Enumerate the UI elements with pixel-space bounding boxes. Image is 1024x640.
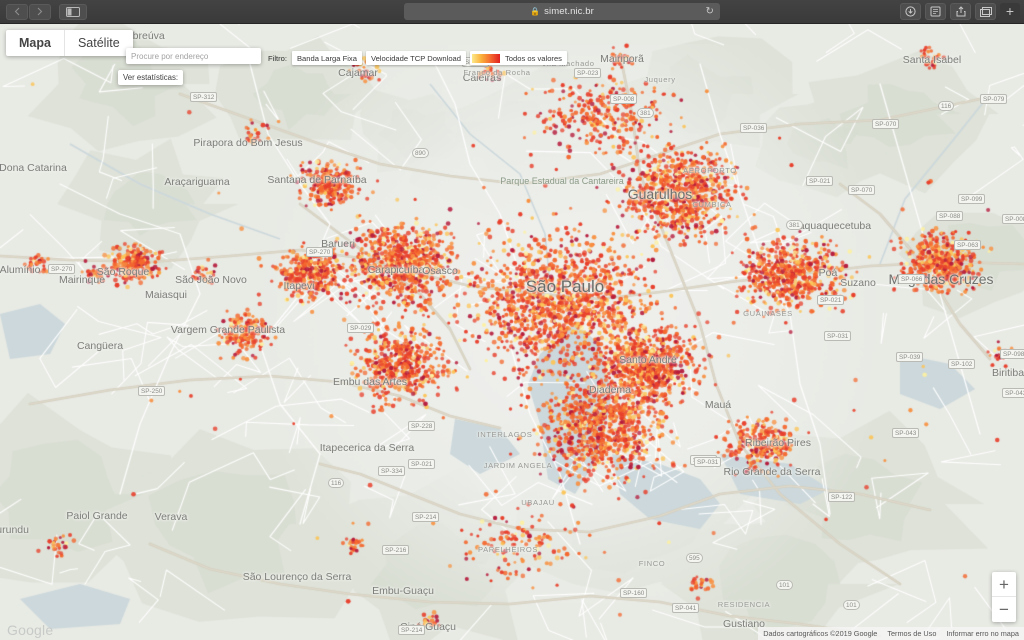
road-shield: SP-031 bbox=[694, 457, 722, 467]
browser-nav-group bbox=[6, 3, 87, 20]
road-shield: SP-070 bbox=[872, 119, 900, 129]
road-shield: SP-021 bbox=[817, 295, 845, 305]
reader-icon[interactable] bbox=[925, 3, 946, 20]
road-shield: SP-041 bbox=[672, 603, 700, 613]
road-shield: SP-312 bbox=[190, 92, 218, 102]
road-shield: SP-008 bbox=[1002, 214, 1024, 224]
map-scatter-layer bbox=[0, 24, 1024, 640]
tab-satelite[interactable]: Satélite bbox=[65, 30, 133, 56]
road-shield: SP-334 bbox=[378, 466, 406, 476]
road-shield: 101 bbox=[776, 580, 793, 590]
map-type-control: Mapa Satélite bbox=[6, 30, 133, 56]
road-shield: SP-021 bbox=[806, 176, 834, 186]
road-shield: SP-021 bbox=[408, 459, 436, 469]
road-shield: SP-031 bbox=[824, 331, 852, 341]
road-shield: SP-079 bbox=[980, 94, 1008, 104]
statistics-box[interactable]: Ver estatísticas: bbox=[118, 70, 184, 85]
road-shield: SP-043 bbox=[1002, 388, 1024, 398]
attribution-terms[interactable]: Termos de Uso bbox=[887, 629, 936, 638]
zoom-control: + − bbox=[992, 572, 1016, 622]
road-shield: SP-214 bbox=[412, 512, 440, 522]
url-bar[interactable]: 🔒 simet.nic.br ↻ bbox=[404, 3, 720, 20]
road-shield: SP-043 bbox=[892, 428, 920, 438]
legend-gradient-swatch bbox=[472, 53, 500, 63]
tab-overview-icon[interactable] bbox=[975, 3, 996, 20]
url-text: simet.nic.br bbox=[544, 6, 594, 17]
filter-legend-chip[interactable]: Todos os valores bbox=[470, 51, 567, 65]
share-icon[interactable] bbox=[950, 3, 971, 20]
road-shield: SP-122 bbox=[828, 492, 856, 502]
road-shield: SP-023 bbox=[574, 68, 602, 78]
attribution-bar: Dados cartográficos ©2019 Google Termos … bbox=[758, 627, 1024, 640]
road-shield: SP-270 bbox=[48, 264, 76, 274]
filter-bar: Filtro: Banda Larga Fixa Velocidade TCP … bbox=[268, 51, 571, 65]
road-shield: 890 bbox=[412, 148, 429, 158]
road-shield: SP-098 bbox=[1000, 349, 1024, 359]
road-shield: 595 bbox=[686, 553, 703, 563]
download-icon[interactable] bbox=[900, 3, 921, 20]
road-shield: SP-066 bbox=[898, 274, 926, 284]
road-shield: SP-102 bbox=[948, 359, 976, 369]
road-shield: SP-099 bbox=[958, 194, 986, 204]
google-logo: Google bbox=[7, 622, 54, 638]
road-shield: SP-216 bbox=[382, 545, 410, 555]
road-shield: SP-008 bbox=[610, 94, 638, 104]
attribution-report[interactable]: Informar erro no mapa bbox=[946, 629, 1019, 638]
search-box[interactable] bbox=[126, 48, 261, 64]
zoom-out-button[interactable]: − bbox=[992, 597, 1016, 622]
search-input[interactable] bbox=[131, 51, 256, 61]
sidebar-toggle-icon[interactable] bbox=[59, 3, 87, 20]
road-shield: SP-088 bbox=[936, 211, 964, 221]
new-tab-button[interactable]: + bbox=[1000, 3, 1020, 20]
road-shield: 101 bbox=[843, 600, 860, 610]
road-shield: SP-250 bbox=[138, 386, 166, 396]
road-shield: SP-036 bbox=[740, 123, 768, 133]
road-shield: 116 bbox=[328, 478, 345, 488]
road-shield: SP-228 bbox=[408, 421, 436, 431]
forward-icon[interactable] bbox=[29, 3, 51, 20]
filter-metric-chip[interactable]: Velocidade TCP Download bbox=[365, 51, 466, 65]
road-shield: 381 bbox=[637, 108, 654, 118]
back-icon[interactable] bbox=[6, 3, 28, 20]
road-shield: SP-214 bbox=[398, 625, 426, 635]
zoom-in-button[interactable]: + bbox=[992, 572, 1016, 597]
road-shield: SP-160 bbox=[620, 588, 648, 598]
road-shield: SP-270 bbox=[306, 247, 334, 257]
lock-icon: 🔒 bbox=[530, 7, 541, 16]
legend-label: Todos os valores bbox=[505, 53, 562, 63]
road-shield: SP-029 bbox=[347, 323, 375, 333]
road-shield: 381 bbox=[786, 220, 803, 230]
road-shield: SP-070 bbox=[848, 185, 876, 195]
filter-label: Filtro: bbox=[268, 53, 287, 63]
filter-technology-chip[interactable]: Banda Larga Fixa bbox=[291, 51, 362, 65]
map-viewport[interactable]: Cabreúva Cajamar Caieiras Mairiporã Vila Mac… bbox=[0, 24, 1024, 640]
browser-toolbar-right: + bbox=[900, 3, 1020, 20]
attribution-data: Dados cartográficos ©2019 Google bbox=[763, 629, 878, 638]
reload-icon[interactable]: ↻ bbox=[706, 6, 714, 17]
road-shield: 116 bbox=[938, 101, 955, 111]
road-shield: SP-063 bbox=[954, 240, 982, 250]
road-shield: SP-039 bbox=[896, 352, 924, 362]
browser-chrome: 🔒 simet.nic.br ↻ + bbox=[0, 0, 1024, 24]
tab-mapa[interactable]: Mapa bbox=[6, 30, 65, 56]
